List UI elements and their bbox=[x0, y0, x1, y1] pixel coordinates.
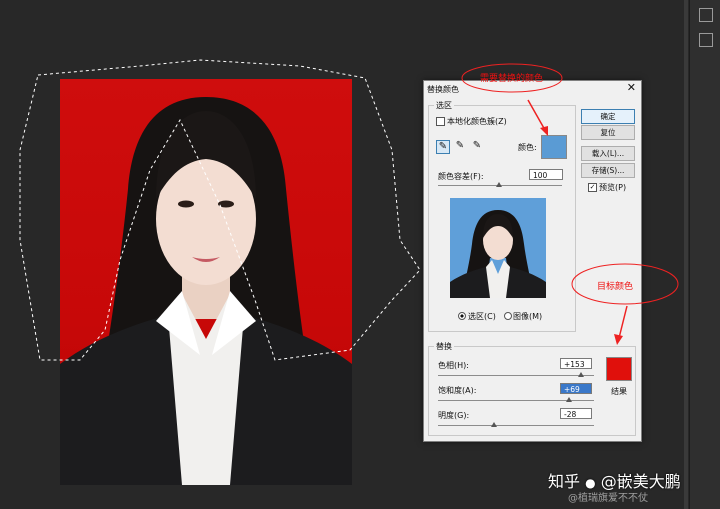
annotation-layer bbox=[461, 63, 679, 345]
annotation-source-color: 需要替换的颜色 bbox=[480, 74, 544, 84]
wechat-icon: ● bbox=[585, 476, 596, 490]
watermark-sub: @植瑞旗爱不不仗 bbox=[568, 493, 648, 504]
annotation-target-color: 目标颜色 bbox=[597, 282, 634, 292]
